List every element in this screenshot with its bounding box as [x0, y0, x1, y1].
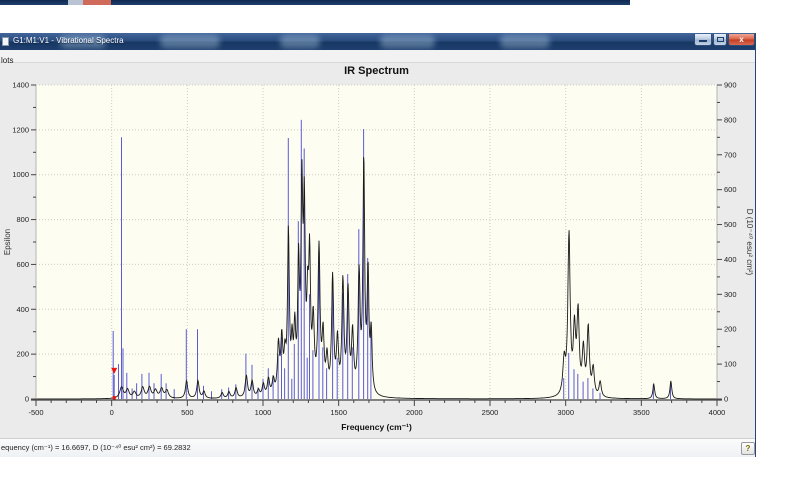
- svg-text:2500: 2500: [482, 408, 499, 417]
- minimize-button[interactable]: [694, 34, 712, 46]
- svg-text:300: 300: [724, 290, 737, 299]
- svg-text:400: 400: [16, 305, 29, 314]
- titlebar-glass-highlight: [280, 35, 320, 48]
- background-window-close-button[interactable]: [83, 0, 111, 5]
- svg-text:900: 900: [724, 81, 737, 90]
- svg-text:800: 800: [724, 115, 737, 124]
- svg-text:3500: 3500: [633, 408, 650, 417]
- menu-bar: lots: [0, 50, 755, 65]
- maximize-button[interactable]: [713, 34, 727, 46]
- titlebar-glass-highlight: [500, 35, 550, 48]
- svg-text:4000: 4000: [709, 408, 726, 417]
- background-window-minmax-button[interactable]: [68, 0, 83, 5]
- close-icon: x: [739, 35, 744, 44]
- svg-text:3000: 3000: [557, 408, 574, 417]
- svg-text:800: 800: [16, 215, 29, 224]
- svg-text:100: 100: [724, 360, 737, 369]
- minimize-icon: [699, 40, 707, 42]
- status-bar: equency (cm⁻¹) = 16.6697, D (10⁻⁴⁰ esu² …: [0, 438, 755, 457]
- svg-text:0: 0: [25, 395, 29, 404]
- svg-text:2000: 2000: [406, 408, 423, 417]
- vibrational-spectra-window: G1:M1:V1 - Vibrational Spectra x lots IR…: [0, 33, 756, 457]
- chart-title: IR Spectrum: [344, 65, 409, 77]
- titlebar-glass-highlight: [380, 35, 435, 48]
- svg-text:Frequency (cm⁻¹): Frequency (cm⁻¹): [341, 422, 412, 432]
- svg-text:1500: 1500: [330, 408, 347, 417]
- svg-text:1400: 1400: [12, 81, 29, 90]
- background-window-edge: [0, 0, 630, 5]
- desktop: G1:M1:V1 - Vibrational Spectra x lots IR…: [0, 0, 800, 493]
- maximize-icon: [717, 37, 724, 42]
- close-button[interactable]: x: [728, 34, 755, 46]
- svg-text:700: 700: [724, 150, 737, 159]
- svg-text:D (10⁻⁴⁰ esu² cm²): D (10⁻⁴⁰ esu² cm²): [745, 209, 754, 276]
- svg-text:1000: 1000: [255, 408, 272, 417]
- svg-text:500: 500: [181, 408, 194, 417]
- help-button[interactable]: ?: [741, 442, 755, 455]
- status-readout: equency (cm⁻¹) = 16.6697, D (10⁻⁴⁰ esu² …: [1, 443, 191, 452]
- svg-text:-500: -500: [28, 408, 43, 417]
- svg-text:0: 0: [724, 395, 728, 404]
- svg-text:200: 200: [724, 325, 737, 334]
- spectrum-plot[interactable]: -500 0 500 1000 1500 2000 2500 3000 3500 40000200…: [0, 63, 755, 438]
- svg-text:600: 600: [724, 185, 737, 194]
- svg-text:500: 500: [724, 220, 737, 229]
- titlebar-glass-highlight: [160, 35, 220, 48]
- svg-text:600: 600: [16, 260, 29, 269]
- svg-text:200: 200: [16, 350, 29, 359]
- svg-text:1200: 1200: [12, 125, 29, 134]
- titlebar[interactable]: G1:M1:V1 - Vibrational Spectra x: [0, 33, 755, 50]
- svg-text:1000: 1000: [12, 170, 29, 179]
- svg-text:0: 0: [110, 408, 114, 417]
- svg-text:Epsilon: Epsilon: [3, 229, 12, 255]
- chart-area: IR Spectrum -500 0 500 1000 1500 2000 2500 3000…: [0, 63, 755, 438]
- svg-text:400: 400: [724, 255, 737, 264]
- window-title: G1:M1:V1 - Vibrational Spectra: [13, 36, 124, 45]
- window-icon: [2, 37, 9, 46]
